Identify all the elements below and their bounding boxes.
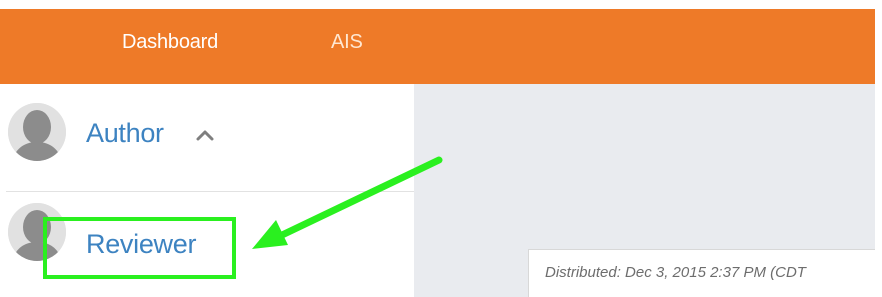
- window-frame-top: [0, 0, 882, 9]
- distributed-date: Distributed: Dec 3, 2015 2:37 PM (CDT: [545, 264, 806, 281]
- annotation-highlight-box: [43, 217, 236, 279]
- avatar: [8, 103, 66, 161]
- user-silhouette-icon: [8, 103, 66, 161]
- nav-dashboard[interactable]: Dashboard: [122, 31, 218, 54]
- top-navigation-bar: Dashboard AIS: [0, 9, 882, 84]
- chevron-up-icon[interactable]: [195, 125, 215, 145]
- app-window: Dashboard AIS Author Reviewer Distribute…: [0, 0, 882, 297]
- window-frame-right: [875, 0, 882, 297]
- sidebar-item-label: Author: [86, 118, 164, 148]
- document-card[interactable]: Distributed: Dec 3, 2015 2:37 PM (CDT: [528, 249, 875, 297]
- sidebar-item-author[interactable]: Author: [0, 84, 414, 191]
- nav-ais[interactable]: AIS: [331, 31, 363, 54]
